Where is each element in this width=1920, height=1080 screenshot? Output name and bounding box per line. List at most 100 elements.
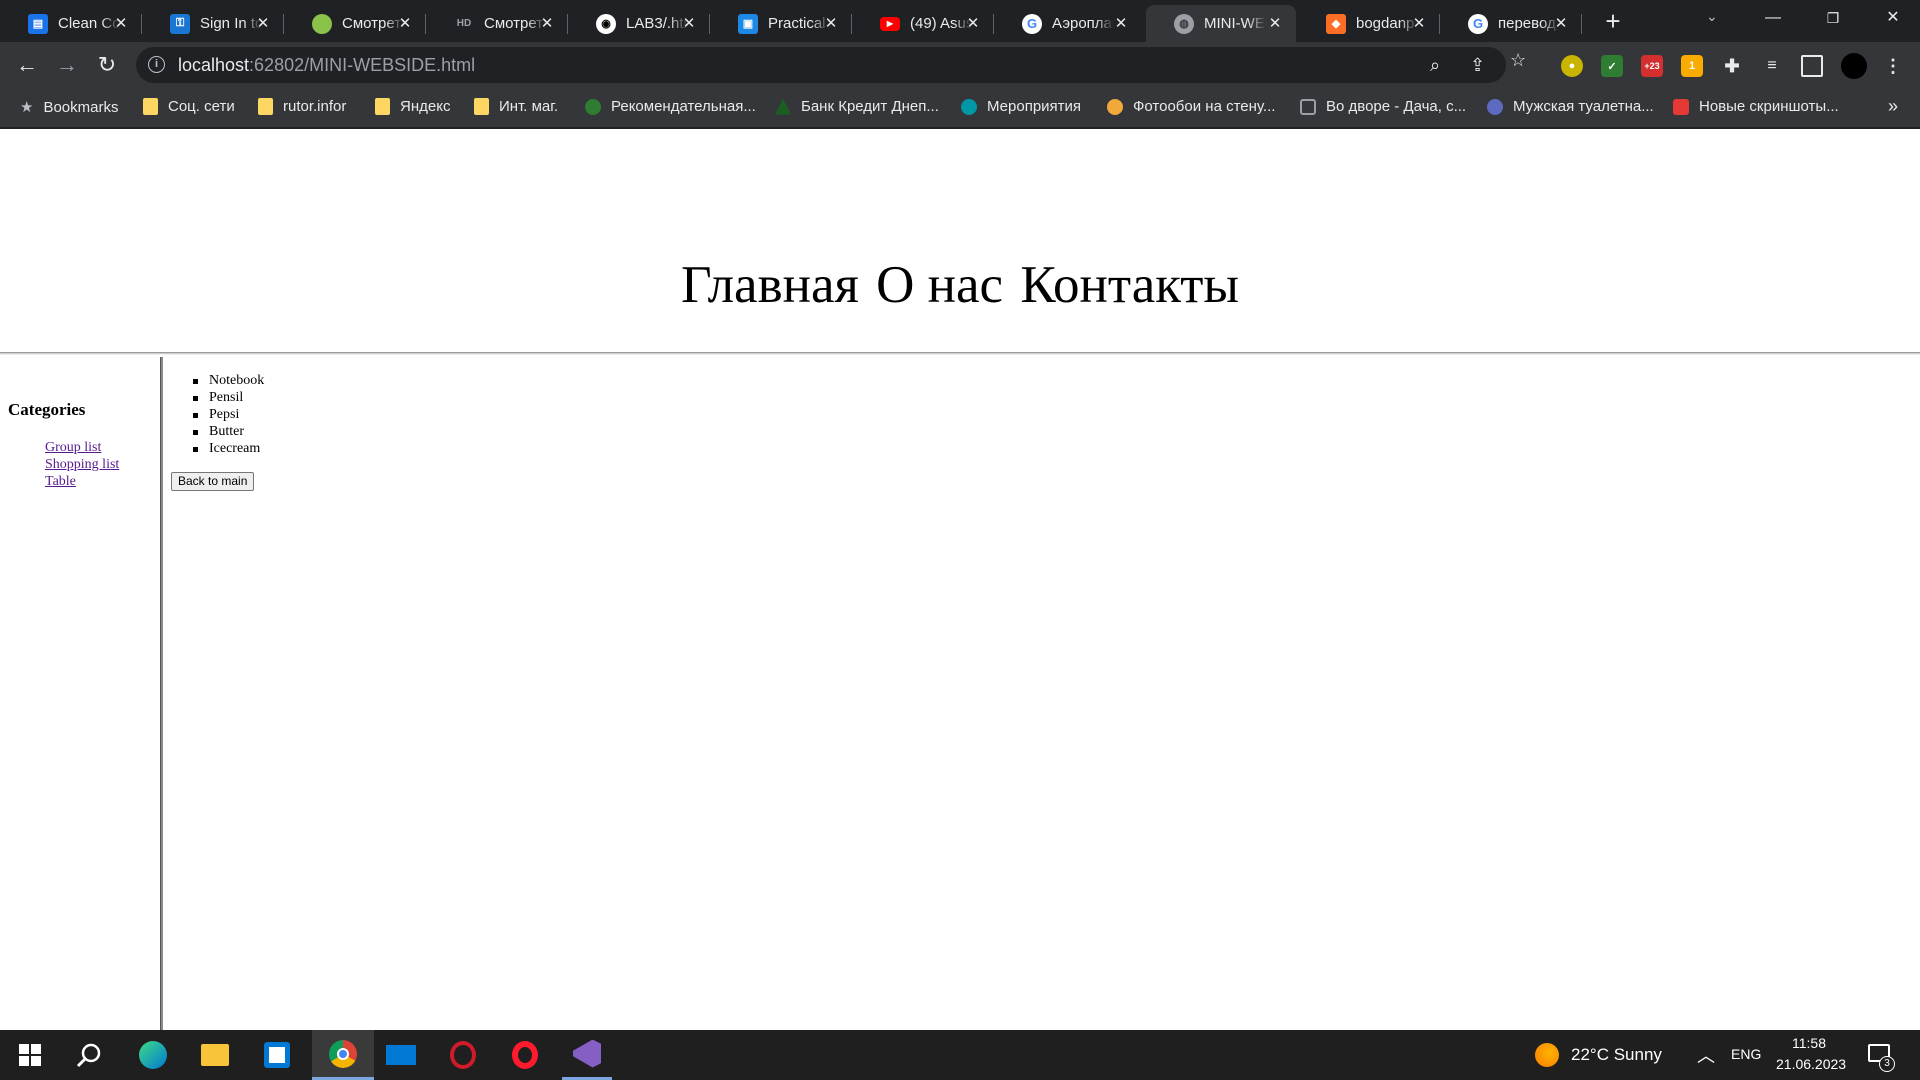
tab-search-icon[interactable]: ⌄ (1706, 8, 1718, 25)
bookmark-label: Рекомендательная... (611, 98, 756, 115)
hd-icon: HD (456, 18, 472, 29)
tab-youtube[interactable]: ▶ (49) Asus ✕ (852, 5, 994, 42)
bookmark-folder[interactable]: rutor.infor (258, 98, 346, 115)
taskbar-store[interactable] (252, 1030, 302, 1080)
url-text[interactable]: localhost:62802/MINI-WEBSIDE.html (178, 55, 475, 76)
weather-text[interactable]: 22°C Sunny (1571, 1045, 1662, 1065)
bookmark-label: Банк Кредит Днеп... (801, 98, 939, 115)
bookmark-label: rutor.infor (283, 98, 347, 115)
media-control-icon[interactable]: ≡ (1761, 55, 1783, 77)
taskbar-chrome[interactable] (312, 1030, 374, 1080)
close-icon[interactable]: ✕ (396, 14, 414, 32)
new-tab-button[interactable]: + (1598, 6, 1628, 36)
tab-watch-1[interactable]: Смотреть ✕ (284, 5, 426, 42)
tab-mini-webside[interactable]: ◍ MINI-WEB ✕ (1146, 5, 1296, 42)
bookmark-item[interactable]: Фотообои на стену... (1107, 98, 1275, 115)
header-nav: Главная О нас Контакты (0, 255, 1920, 315)
search-button[interactable] (64, 1030, 114, 1080)
site-icon (961, 98, 977, 115)
close-icon[interactable]: ✕ (1410, 14, 1428, 32)
tab-label: Clean Code (58, 15, 120, 32)
extension-notes-icon[interactable]: 1 (1681, 55, 1703, 77)
taskbar-opera[interactable] (500, 1030, 550, 1080)
bookmark-star-icon[interactable]: ☆ (1510, 50, 1526, 71)
clock-time[interactable]: 11:58 (1792, 1035, 1826, 1051)
bookmark-item[interactable]: Рекомендательная... (585, 98, 756, 115)
nav-contacts[interactable]: Контакты (1020, 256, 1239, 314)
minimize-icon[interactable]: — (1750, 0, 1796, 36)
extension-badge-icon[interactable]: +23 (1641, 55, 1663, 77)
tab-label: MINI-WEB (1204, 15, 1266, 32)
more-bookmarks-icon[interactable]: » (1888, 96, 1898, 117)
bookmark-item[interactable]: Мужская туалетна... (1487, 98, 1654, 115)
tab-translate[interactable]: G перевод ✕ (1440, 5, 1582, 42)
close-icon[interactable]: ✕ (680, 14, 698, 32)
tab-gitlab[interactable]: ◆ bogdanp ✕ (1298, 5, 1440, 42)
zoom-icon[interactable]: ⌕ (1430, 55, 1440, 76)
chrome-icon (329, 1039, 357, 1068)
tab-practical[interactable]: ▣ Practical ✕ (710, 5, 852, 42)
extension-shield-icon[interactable]: ✓ (1601, 55, 1623, 77)
chevron-up-icon[interactable]: ︿ (1697, 1042, 1715, 1068)
restore-icon[interactable]: ❐ (1810, 0, 1856, 36)
bookmark-folder[interactable]: Яндекс (375, 98, 450, 115)
language-indicator[interactable]: ENG (1731, 1046, 1761, 1062)
tab-watch-2[interactable]: HD Смотреть ✕ (426, 5, 568, 42)
link-group-list[interactable]: Group list (45, 439, 119, 456)
folder-icon (258, 98, 273, 115)
close-icon[interactable]: ✕ (538, 14, 556, 32)
back-icon[interactable]: ← (12, 50, 42, 80)
nav-about[interactable]: О нас (876, 256, 1003, 314)
github-icon: ◉ (596, 13, 616, 34)
globe-icon: ◍ (1174, 13, 1194, 34)
tab-sign-in[interactable]: ⚿ Sign In to ✕ (142, 5, 284, 42)
window-close-icon[interactable]: ✕ (1870, 0, 1916, 36)
menu-kebab-icon[interactable]: ⋮ (1882, 55, 1904, 77)
extensions-puzzle-icon[interactable]: ✚ (1721, 55, 1743, 77)
nav-home[interactable]: Главная (681, 256, 859, 314)
close-icon[interactable]: ✕ (1266, 14, 1284, 32)
taskbar-opera-gx[interactable] (438, 1030, 488, 1080)
close-icon[interactable]: ✕ (254, 14, 272, 32)
bookmark-folder[interactable]: Соц. сети (143, 98, 235, 115)
bookmark-item[interactable]: Мероприятия (961, 98, 1081, 115)
bookmark-folder[interactable]: Инт. маг. (474, 98, 558, 115)
tab-aeroplan[interactable]: G Аэроплан ✕ (994, 5, 1142, 42)
reload-icon[interactable]: ↻ (92, 50, 122, 80)
back-to-main-button[interactable]: Back to main (171, 472, 255, 491)
bookmark-item[interactable]: Во дворе - Дача, с... (1300, 98, 1466, 115)
book-icon: ▤ (28, 13, 48, 34)
extension-coin-icon[interactable]: ● (1561, 55, 1583, 77)
taskbar-visual-studio[interactable] (562, 1030, 612, 1080)
gitlab-icon: ◆ (1326, 13, 1346, 34)
bookmark-item[interactable]: ★ Bookmarks (20, 98, 118, 117)
close-icon[interactable]: ✕ (1112, 14, 1130, 32)
profile-avatar[interactable] (1841, 53, 1867, 79)
taskbar-edge[interactable] (128, 1030, 178, 1080)
clock-date[interactable]: 21.06.2023 (1776, 1056, 1846, 1072)
side-panel-icon[interactable] (1801, 55, 1823, 77)
bookmark-label: Новые скриншоты... (1699, 98, 1839, 115)
bookmark-item[interactable]: Новые скриншоты... (1673, 98, 1839, 115)
taskbar-explorer[interactable] (190, 1030, 240, 1080)
link-table[interactable]: Table (45, 473, 119, 490)
link-shopping-list[interactable]: Shopping list (45, 456, 119, 473)
site-info-icon[interactable]: i (148, 56, 165, 73)
tab-label: Practical (768, 15, 826, 32)
windows-taskbar: 22°C Sunny ︿ ENG 11:58 21.06.2023 3 (0, 1030, 1920, 1080)
close-icon[interactable]: ✕ (822, 14, 840, 32)
weather-sun-icon[interactable] (1535, 1043, 1559, 1067)
close-icon[interactable]: ✕ (112, 14, 130, 32)
address-bar[interactable]: i localhost:62802/MINI-WEBSIDE.html ⌕ ⇪ (136, 47, 1506, 83)
taskbar-mail[interactable] (376, 1030, 426, 1080)
tab-clean-code[interactable]: ▤ Clean Code ✕ (0, 5, 142, 42)
share-icon[interactable]: ⇪ (1470, 55, 1485, 76)
tab-lab3[interactable]: ◉ LAB3/.html ✕ (568, 5, 710, 42)
list-item: Icecream (192, 440, 264, 457)
bank-icon (775, 98, 791, 115)
close-icon[interactable]: ✕ (1552, 14, 1570, 32)
bookmark-item[interactable]: Банк Кредит Днеп... (775, 98, 939, 115)
forward-icon[interactable]: → (52, 50, 82, 80)
close-icon[interactable]: ✕ (964, 14, 982, 32)
start-button[interactable] (5, 1030, 55, 1080)
